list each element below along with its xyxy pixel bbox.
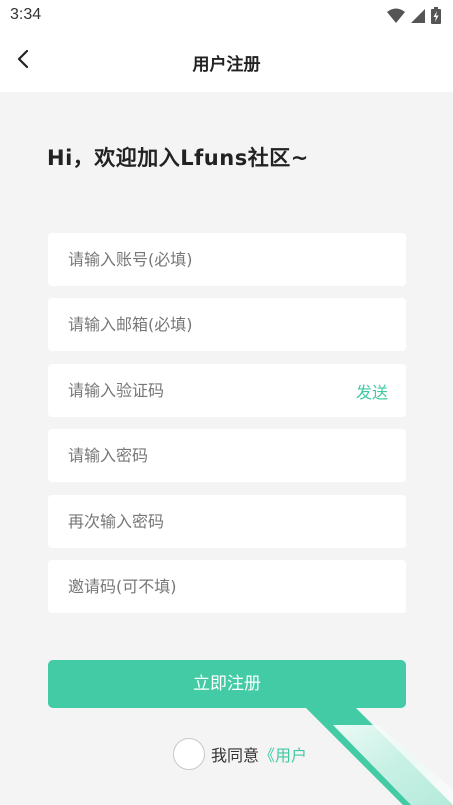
wifi-icon (387, 8, 405, 24)
agreement-prefix: 我同意 (211, 745, 260, 765)
account-field (48, 233, 406, 286)
app-header: 用户注册 (0, 32, 453, 92)
page-title: 用户注册 (192, 55, 261, 75)
user-agreement-link[interactable]: 《用户 (259, 742, 307, 766)
invite-code-input[interactable] (48, 560, 406, 613)
battery-icon (431, 7, 441, 24)
confirm-password-input[interactable] (48, 495, 406, 548)
agreement-row: 我同意 《用户 (173, 737, 307, 770)
invite-code-field (48, 560, 406, 613)
registration-screen: 3:34 用户注册 Hi，欢迎加入Lfuns社区~ 请输入账号(必填) 请输入邮… (0, 0, 453, 805)
status-time: 3:34 (10, 6, 42, 23)
confirm-password-field (48, 495, 406, 548)
register-button[interactable]: 立即注册 (48, 660, 406, 708)
verification-code-input[interactable] (48, 364, 406, 417)
verification-code-field: 发送 (48, 364, 406, 417)
password-field (48, 429, 406, 482)
email-input[interactable] (48, 298, 406, 351)
password-input[interactable] (48, 429, 406, 482)
agreement-checkbox[interactable] (173, 737, 205, 770)
welcome-heading: Hi，欢迎加入Lfuns社区~ (47, 146, 309, 170)
status-icons (387, 7, 441, 24)
email-field (48, 298, 406, 351)
status-bar: 3:34 (0, 0, 453, 32)
account-input[interactable] (48, 233, 406, 286)
signal-icon (411, 8, 425, 24)
send-code-button[interactable]: 发送 (356, 379, 388, 403)
corner-swipe-decoration (293, 695, 453, 805)
